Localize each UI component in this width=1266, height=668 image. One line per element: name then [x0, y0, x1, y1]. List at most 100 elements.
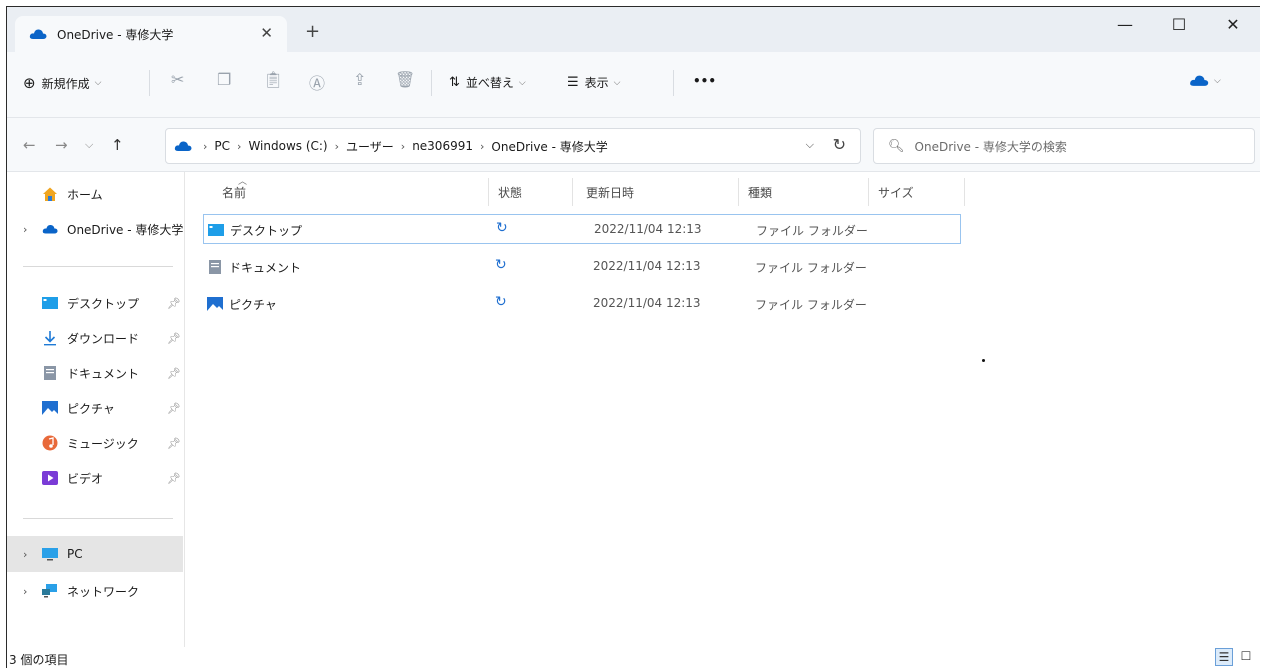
tiles-view-icon[interactable]: ☐ — [1237, 648, 1255, 666]
sidebar-item-label: ドキュメント — [67, 366, 140, 381]
sidebar-item-documents[interactable]: ドキュメント 📌︎ — [7, 356, 183, 390]
toolbar-divider — [431, 70, 432, 96]
new-button-label: 新規作成 — [41, 76, 90, 91]
sync-icon: ↻ — [496, 220, 508, 236]
address-history-chevron-icon[interactable]: ⌵ — [806, 138, 814, 152]
chevron-down-icon: ⌵ — [1214, 75, 1221, 86]
breadcrumb-separator-icon[interactable]: › — [401, 140, 405, 153]
sidebar-item-pictures[interactable]: ピクチャ 📌︎ — [7, 391, 183, 425]
delete-icon[interactable]: 🗑︎ — [395, 70, 415, 89]
document-icon — [209, 260, 221, 274]
maximize-button[interactable]: ☐ — [1159, 15, 1199, 34]
sidebar-item-onedrive[interactable]: › OneDrive - 専修大学 — [7, 212, 183, 246]
file-name: デスクトップ — [230, 224, 303, 238]
breadcrumb-onedrive[interactable]: OneDrive - 専修大学 — [491, 138, 607, 155]
copy-icon[interactable]: ❐ — [217, 70, 231, 89]
back-arrow-icon[interactable]: ← — [23, 136, 36, 154]
paste-icon[interactable]: 📋︎ — [263, 70, 283, 89]
column-header-modified[interactable]: 更新日時 — [586, 184, 634, 201]
status-bar: 3 個の項目 ☰ ☐ — [7, 647, 1260, 668]
pin-icon[interactable]: 📌︎ — [167, 402, 181, 415]
column-divider[interactable] — [964, 178, 965, 206]
share-icon[interactable]: ⇪ — [353, 70, 366, 89]
sync-icon: ↻ — [495, 294, 507, 310]
pin-icon[interactable]: 📌︎ — [167, 472, 181, 485]
tab-onedrive[interactable]: OneDrive - 専修大学 ✕ — [15, 16, 287, 52]
file-modified: 2022/11/04 12:13 — [594, 222, 702, 236]
onedrive-status-button[interactable]: ⌵ — [1189, 74, 1221, 87]
more-options-button[interactable]: ••• — [693, 74, 716, 88]
minimize-button[interactable]: — — [1105, 15, 1145, 34]
breadcrumb-separator-icon[interactable]: › — [335, 140, 339, 153]
file-list: ︿ 名前 状態 更新日時 種類 サイズ デスクトップ ↻ 2022/11/04 … — [186, 172, 1260, 647]
chevron-right-icon[interactable]: › — [23, 585, 27, 598]
breadcrumb-drive[interactable]: Windows (C:) — [248, 139, 327, 153]
sidebar-item-music[interactable]: ミュージック 📌︎ — [7, 426, 183, 460]
view-button[interactable]: ☰ 表示 ⌵ — [567, 74, 621, 91]
column-divider[interactable] — [488, 178, 489, 206]
chevron-right-icon[interactable]: › — [23, 223, 27, 236]
close-button[interactable]: ✕ — [1213, 15, 1253, 34]
file-name: ドキュメント — [229, 261, 302, 275]
column-divider[interactable] — [868, 178, 869, 206]
forward-arrow-icon[interactable]: → — [55, 136, 68, 154]
breadcrumb-pc[interactable]: PC — [214, 139, 230, 153]
command-bar: ⊕ 新規作成 ⌵ ✂ ❐ 📋︎ Ⓐ ⇪ 🗑︎ ⇅ 並べ替え ⌵ ☰ 表示 ⌵ •… — [7, 52, 1260, 118]
recent-locations-chevron-icon[interactable]: ⌵ — [85, 138, 93, 152]
rename-icon[interactable]: Ⓐ — [309, 70, 325, 94]
table-row[interactable]: ドキュメント ↻ 2022/11/04 12:13 ファイル フォルダー — [203, 252, 961, 282]
column-divider[interactable] — [572, 178, 573, 206]
home-icon — [43, 187, 57, 201]
file-name: ピクチャ — [229, 298, 277, 312]
column-header-status[interactable]: 状態 — [498, 184, 522, 201]
plus-circle-icon: ⊕ — [23, 74, 36, 92]
breadcrumb-separator-icon[interactable]: › — [203, 140, 207, 153]
table-row[interactable]: デスクトップ ↻ 2022/11/04 12:13 ファイル フォルダー — [203, 214, 961, 244]
column-header-size[interactable]: サイズ — [878, 184, 914, 201]
chevron-right-icon[interactable]: › — [23, 548, 27, 561]
new-tab-button[interactable]: + — [305, 23, 320, 41]
tab-title: OneDrive - 専修大学 — [57, 27, 174, 42]
breadcrumb-user[interactable]: ne306991 — [412, 139, 473, 153]
breadcrumb-separator-icon[interactable]: › — [237, 140, 241, 153]
column-header-type[interactable]: 種類 — [748, 184, 772, 201]
sidebar-item-pc[interactable]: › PC — [7, 536, 183, 572]
onedrive-cloud-icon — [29, 29, 47, 39]
details-view-icon[interactable]: ☰ — [1215, 648, 1233, 666]
table-row[interactable]: ピクチャ ↻ 2022/11/04 12:13 ファイル フォルダー — [203, 289, 961, 319]
sidebar-item-label: ピクチャ — [67, 401, 115, 416]
breadcrumb-separator-icon[interactable]: › — [480, 140, 484, 153]
sort-button[interactable]: ⇅ 並べ替え ⌵ — [449, 74, 526, 91]
onedrive-cloud-icon — [1190, 75, 1209, 86]
stray-mark — [982, 359, 985, 362]
sidebar-item-downloads[interactable]: ダウンロード 📌︎ — [7, 321, 183, 355]
search-placeholder: OneDrive - 専修大学の検索 — [914, 139, 1067, 154]
sidebar-item-label: ビデオ — [67, 471, 104, 486]
onedrive-cloud-icon — [174, 141, 192, 151]
column-header-name[interactable]: 名前 — [222, 184, 246, 201]
new-button[interactable]: ⊕ 新規作成 ⌵ — [23, 74, 101, 92]
sidebar-item-videos[interactable]: ビデオ 📌︎ — [7, 461, 183, 495]
pin-icon[interactable]: 📌︎ — [167, 332, 181, 345]
file-type: ファイル フォルダー — [755, 261, 867, 275]
sidebar-item-network[interactable]: › ネットワーク — [7, 574, 183, 608]
search-box[interactable]: 🔍︎ OneDrive - 専修大学の検索 — [873, 128, 1255, 164]
tab-close-icon[interactable]: ✕ — [260, 24, 273, 42]
up-arrow-icon[interactable]: ↑ — [111, 136, 124, 154]
refresh-icon[interactable]: ↻ — [833, 135, 846, 154]
desktop-folder-icon — [208, 224, 224, 236]
sidebar-item-desktop[interactable]: デスクトップ 📌︎ — [7, 286, 183, 320]
column-divider[interactable] — [738, 178, 739, 206]
pin-icon[interactable]: 📌︎ — [167, 437, 181, 450]
cut-icon[interactable]: ✂ — [171, 70, 184, 89]
desktop-folder-icon — [42, 297, 58, 309]
file-type: ファイル フォルダー — [756, 224, 868, 238]
address-bar-row: ← → ⌵ ↑ › PC › Windows (C:) › ユーザー › ne3… — [7, 118, 1260, 172]
file-modified: 2022/11/04 12:13 — [593, 296, 701, 310]
address-bar[interactable]: › PC › Windows (C:) › ユーザー › ne306991 › … — [165, 128, 861, 164]
pin-icon[interactable]: 📌︎ — [167, 297, 181, 310]
sidebar-item-label: ホーム — [67, 187, 103, 202]
breadcrumb-users[interactable]: ユーザー — [346, 138, 394, 155]
pin-icon[interactable]: 📌︎ — [167, 367, 181, 380]
sidebar-item-home[interactable]: ホーム — [7, 177, 183, 211]
